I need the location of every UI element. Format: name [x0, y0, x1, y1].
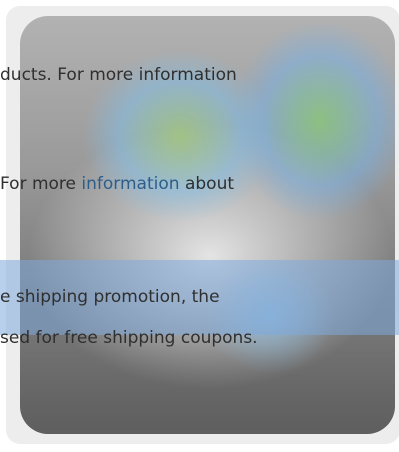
information-link[interactable]: information [81, 174, 179, 194]
paragraph-text: about [184, 174, 235, 194]
paragraph-line-2: For more information about [0, 174, 234, 194]
paragraph-line-1: ducts. For more information [0, 65, 237, 85]
paragraph-text: ducts. For more information [0, 65, 237, 85]
paragraph-text: sed for free shipping coupons. [0, 328, 258, 348]
paragraph-text: For more [0, 174, 77, 194]
paragraph-line-3: e shipping promotion, the [0, 287, 220, 307]
screenshot-canvas: ducts. For more information For more inf… [0, 0, 399, 452]
paragraph-text: e shipping promotion, the [0, 287, 220, 307]
paragraph-line-4: sed for free shipping coupons. [0, 328, 258, 348]
